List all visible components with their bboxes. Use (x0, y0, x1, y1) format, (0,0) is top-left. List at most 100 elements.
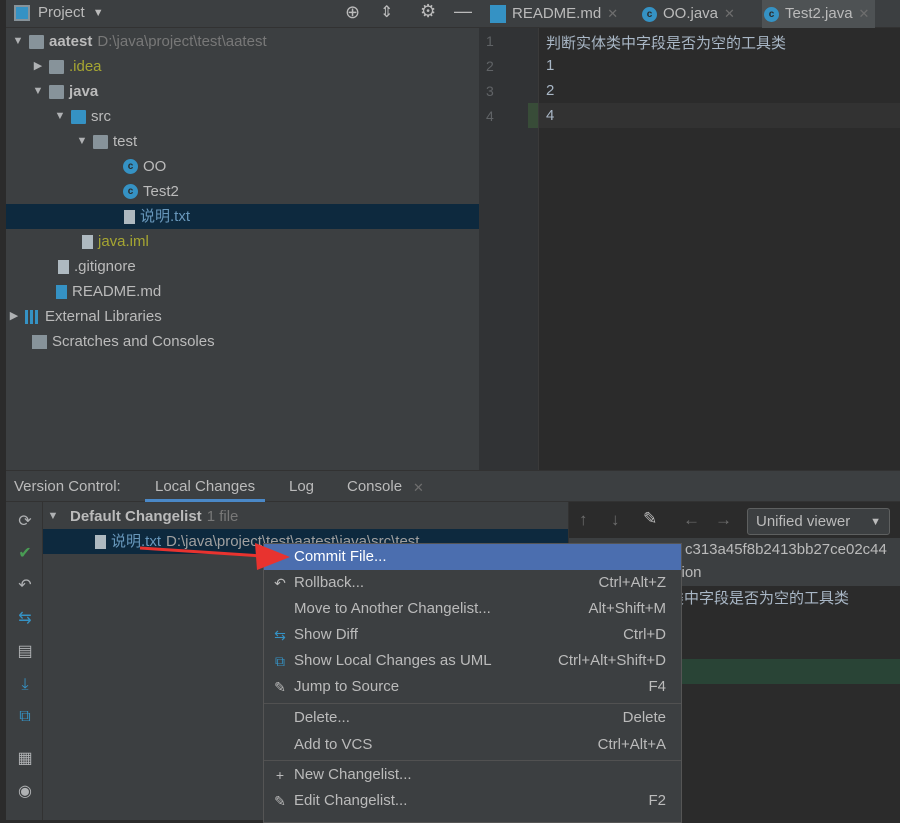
menu-label: Show Diff (294, 626, 358, 643)
group-by-icon[interactable]: ▦ (15, 749, 35, 769)
chevron-down-icon: ▼ (92, 6, 104, 19)
chevron-down-icon: ▼ (870, 516, 881, 528)
tree-item-readme-md[interactable]: README.md (56, 279, 161, 304)
viewer-select[interactable]: Unified viewer ▼ (747, 508, 890, 535)
uml-icon[interactable]: ⧉ (15, 707, 35, 727)
module-folder-icon (29, 34, 44, 49)
menu-delete[interactable]: Delete... Delete (264, 705, 681, 731)
tab-label: OO.java (663, 5, 719, 22)
close-icon[interactable]: ✕ (607, 1, 618, 27)
tab-console[interactable]: Console (347, 478, 402, 495)
gear-icon[interactable]: ⚙ (420, 1, 436, 22)
project-tree: ▼ aatest D:\java\project\test\aatest ▶ .ide… (6, 28, 479, 470)
code-line: 2 (546, 82, 555, 99)
tab-readme[interactable]: README.md ✕ (490, 0, 618, 28)
menu-label: Add to VCS (294, 736, 373, 753)
edit-icon[interactable]: ✎ (643, 509, 657, 529)
commit-check-icon[interactable]: ✔ (15, 544, 35, 564)
diff-line: 类中字段是否为空的工具类 (669, 590, 850, 607)
added-line-marker (528, 103, 538, 128)
menu-commit-file[interactable]: Commit File... (264, 544, 681, 570)
tree-label: java (69, 83, 99, 100)
menu-show-diff[interactable]: ⇆ Show Diff Ctrl+D (264, 622, 681, 648)
markdown-file-icon (56, 284, 67, 299)
rollback-icon[interactable]: ↶ (15, 576, 35, 596)
close-icon[interactable]: ✕ (724, 1, 735, 27)
prev-diff-icon[interactable]: ↑ (579, 510, 588, 530)
editor[interactable] (479, 28, 900, 470)
menu-label: Move to Another Changelist... (294, 600, 491, 617)
shelve-icon[interactable]: ⤓ (15, 675, 35, 695)
show-diff-icon[interactable]: ⇆ (15, 609, 35, 629)
plus-icon: + (275, 767, 285, 783)
collapsed-icon: ▶ (33, 60, 43, 72)
menu-rollback[interactable]: ↶ Rollback... Ctrl+Alt+Z (264, 570, 681, 596)
markdown-file-icon (490, 5, 506, 23)
tab-test2-java[interactable]: c Test2.java ✕ (762, 0, 876, 28)
tab-local-changes[interactable]: Local Changes (145, 471, 266, 502)
tree-item-java[interactable]: ▼ java (32, 79, 99, 104)
forward-icon[interactable]: → (715, 510, 732, 530)
caret-line (479, 103, 900, 128)
menu-move-changelist[interactable]: Move to Another Changelist... Alt+Shift+M (264, 596, 681, 622)
show-diff-icon: ⇆ (274, 627, 286, 643)
java-class-icon: c (123, 159, 138, 174)
tree-item-gitignore[interactable]: .gitignore (58, 254, 136, 279)
source-folder-icon (71, 109, 86, 124)
tree-item-idea[interactable]: ▶ .idea (32, 54, 102, 79)
shortcut: Delete (622, 709, 666, 726)
tree-label: Test2 (143, 183, 179, 200)
tree-item-external-libraries[interactable]: ▶ External Libraries (8, 304, 162, 329)
back-icon[interactable]: ← (683, 510, 700, 530)
project-view-selector[interactable]: Project ▼ (14, 4, 104, 21)
tab-label: README.md (512, 5, 602, 22)
changelist-icon[interactable]: ▤ (15, 642, 35, 662)
tree-item-src[interactable]: ▼ src (54, 104, 111, 129)
locate-icon[interactable]: ⊕ (345, 2, 360, 23)
minimize-icon[interactable]: — (454, 1, 472, 22)
eye-icon[interactable]: ◉ (15, 782, 35, 802)
shortcut: Alt+Shift+M (588, 600, 666, 617)
tree-label: aatest (49, 33, 93, 50)
menu-separator (264, 703, 681, 704)
tree-label: 说明.txt (140, 208, 191, 225)
uml-icon: ⧉ (275, 653, 285, 669)
edit-icon: ✎ (274, 793, 286, 809)
expanded-icon: ▼ (54, 110, 66, 122)
tree-item-readme-txt[interactable]: 说明.txt (6, 204, 479, 229)
menu-show-uml[interactable]: ⧉ Show Local Changes as UML Ctrl+Alt+Shift… (264, 648, 681, 674)
tree-label: src (91, 108, 111, 125)
refresh-icon[interactable]: ⟳ (15, 512, 35, 532)
menu-new-changelist[interactable]: + New Changelist... (264, 762, 681, 788)
tree-label: External Libraries (45, 308, 162, 325)
tree-label: OO (143, 158, 167, 175)
context-menu: Commit File... ↶ Rollback... Ctrl+Alt+Z Mo… (263, 543, 682, 823)
tab-oo-java[interactable]: c OO.java ✕ (642, 0, 735, 28)
tab-log[interactable]: Log (289, 478, 314, 495)
expanded-icon: ▼ (32, 85, 44, 97)
close-icon[interactable]: ✕ (859, 1, 870, 27)
library-icon (25, 309, 40, 324)
java-class-run-icon: c (764, 6, 779, 22)
menu-jump-source[interactable]: ✎ Jump to Source F4 (264, 674, 681, 700)
menu-label: Jump to Source (294, 678, 400, 695)
menu-label: Commit File... (294, 548, 387, 565)
tree-item-scratches[interactable]: Scratches and Consoles (32, 329, 215, 354)
module-folder-icon (49, 84, 64, 99)
tree-item-test2[interactable]: c Test2 (123, 179, 179, 204)
close-icon[interactable]: ✕ (413, 480, 424, 496)
menu-edit-changelist[interactable]: ✎ Edit Changelist... F2 (264, 788, 681, 814)
menu-add-vcs[interactable]: Add to VCS Ctrl+Alt+A (264, 732, 681, 758)
vc-title: Version Control: (14, 478, 121, 495)
next-diff-icon[interactable]: ↓ (611, 510, 620, 530)
tree-item-java-iml[interactable]: java.iml (82, 229, 149, 254)
tree-item-test[interactable]: ▼ test (76, 129, 138, 154)
java-class-icon: c (642, 6, 657, 22)
collapse-all-icon[interactable]: ⇕ (380, 2, 393, 22)
changelist-default[interactable]: ▼ Default Changelist 1 file (47, 504, 239, 529)
line-number: 3 (486, 83, 494, 99)
expanded-icon: ▼ (47, 510, 59, 522)
tree-item-oo[interactable]: c OO (123, 154, 166, 179)
tree-item-aatest[interactable]: ▼ aatest D:\java\project\test\aatest (12, 29, 267, 54)
iml-file-icon (82, 234, 93, 249)
